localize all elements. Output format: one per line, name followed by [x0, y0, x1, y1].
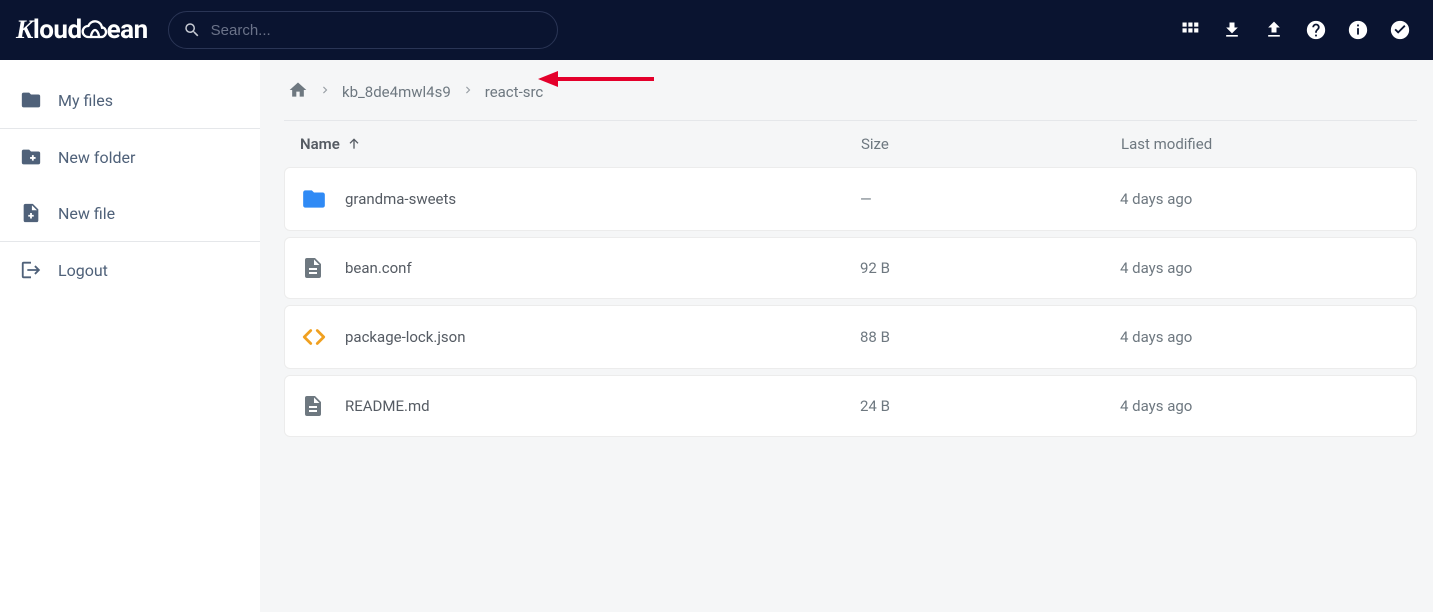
search-input[interactable] [211, 22, 543, 39]
new-folder-icon [20, 146, 42, 168]
chevron-right-icon [318, 83, 332, 101]
row-modified: 4 days ago [1120, 328, 1400, 346]
sidebar-item-new-file[interactable]: New file [0, 185, 260, 241]
sidebar-item-label: New file [58, 204, 115, 223]
row-name: README.md [345, 397, 860, 415]
file-icon [301, 394, 345, 418]
column-header-size[interactable]: Size [861, 135, 1121, 153]
column-header-name[interactable]: Name [300, 135, 861, 153]
sidebar-item-my-files[interactable]: My files [0, 72, 260, 128]
search-icon [183, 21, 201, 39]
sidebar-item-label: Logout [58, 261, 108, 280]
breadcrumb-item-1[interactable]: react-src [485, 83, 544, 101]
sidebar-item-logout[interactable]: Logout [0, 242, 260, 298]
row-name: grandma-sweets [345, 190, 860, 208]
file-icon [301, 256, 345, 280]
sidebar: My files New folder New file Logout [0, 60, 260, 612]
row-size: 92 B [860, 259, 1120, 277]
row-modified: 4 days ago [1120, 397, 1400, 415]
help-icon[interactable] [1305, 19, 1327, 41]
table-row[interactable]: package-lock.json 88 B 4 days ago [284, 305, 1417, 369]
upload-icon[interactable] [1263, 19, 1285, 41]
content-area: kb_8de4mwl4s9 react-src Name Size Last m… [260, 60, 1433, 612]
row-name: bean.conf [345, 259, 860, 277]
sidebar-item-label: New folder [58, 148, 135, 167]
table-header: Name Size Last modified [284, 121, 1417, 167]
logout-icon [20, 259, 42, 281]
info-icon[interactable] [1347, 19, 1369, 41]
breadcrumb: kb_8de4mwl4s9 react-src [284, 74, 1417, 121]
row-size: 88 B [860, 328, 1120, 346]
table-row[interactable]: grandma-sweets — 4 days ago [284, 167, 1417, 231]
grid-view-icon[interactable] [1179, 19, 1201, 41]
sidebar-item-label: My files [58, 91, 113, 110]
sidebar-item-new-folder[interactable]: New folder [0, 129, 260, 185]
row-size: — [860, 190, 1120, 208]
row-size: 24 B [860, 397, 1120, 415]
folder-icon [20, 89, 42, 111]
folder-icon [301, 186, 345, 212]
table-row[interactable]: bean.conf 92 B 4 days ago [284, 237, 1417, 299]
new-file-icon [20, 202, 42, 224]
breadcrumb-home[interactable] [288, 80, 308, 104]
brand-logo[interactable]: Kloudean [16, 15, 148, 45]
row-modified: 4 days ago [1120, 190, 1400, 208]
row-name: package-lock.json [345, 328, 860, 346]
download-icon[interactable] [1221, 19, 1243, 41]
table-row[interactable]: README.md 24 B 4 days ago [284, 375, 1417, 437]
row-modified: 4 days ago [1120, 259, 1400, 277]
check-circle-icon[interactable] [1389, 19, 1411, 41]
code-file-icon [301, 324, 345, 350]
sort-asc-icon [346, 136, 362, 152]
column-header-modified[interactable]: Last modified [1121, 135, 1401, 153]
search-box[interactable] [168, 11, 558, 49]
topbar: Kloudean [0, 0, 1433, 60]
chevron-right-icon [461, 83, 475, 101]
home-icon [288, 80, 308, 100]
breadcrumb-item-0[interactable]: kb_8de4mwl4s9 [342, 83, 451, 101]
